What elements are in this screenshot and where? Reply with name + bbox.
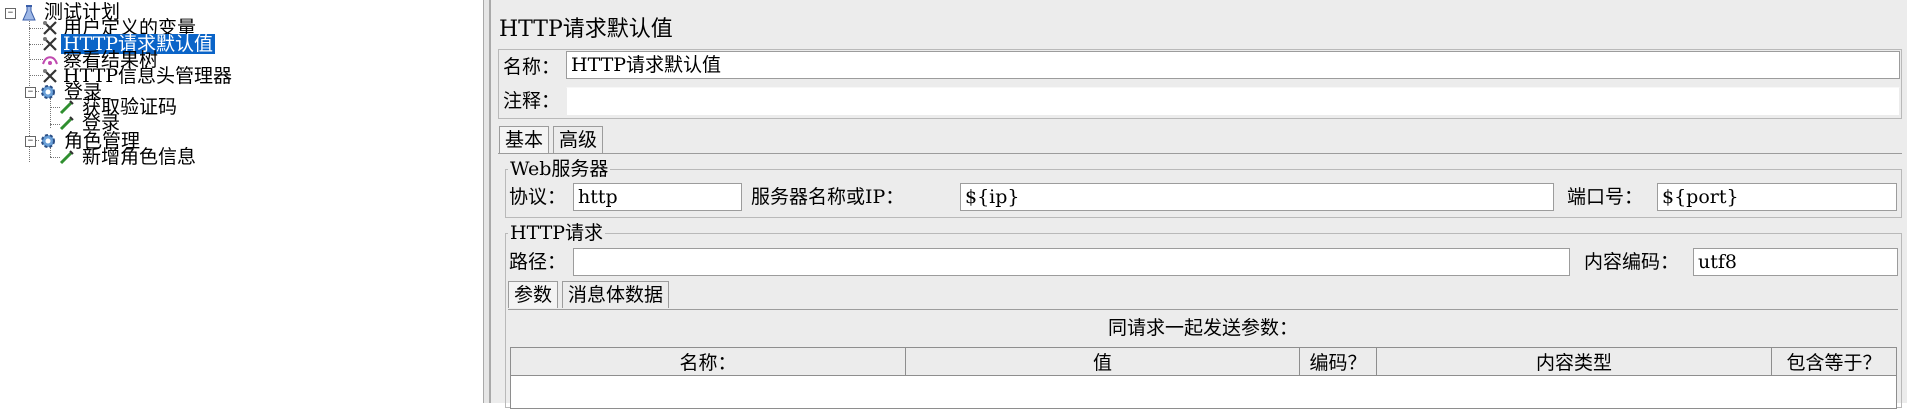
web-server-group-title: Web服务器	[508, 158, 611, 180]
name-field[interactable]: HTTP请求默认值	[566, 51, 1900, 79]
tab-parameters[interactable]: 参数	[508, 281, 559, 308]
comment-field[interactable]	[566, 87, 1900, 116]
http-request-group-title: HTTP请求	[508, 222, 606, 244]
column-header-include-equals[interactable]: 包含等于？	[1771, 347, 1897, 376]
test-plan-tree[interactable]: − 测试计划 用户定义的变量 HTTP请求默认值 察看结果树 HTTP信息头管理…	[0, 0, 483, 403]
tab-basic[interactable]: 基本	[499, 126, 550, 153]
gear-icon	[41, 85, 55, 99]
table-body-empty[interactable]	[510, 375, 1897, 409]
server-name-field[interactable]: ${ip}	[960, 183, 1554, 211]
tab-body-data[interactable]: 消息体数据	[562, 281, 670, 308]
test-plan-icon	[22, 5, 36, 21]
tab-advanced[interactable]: 高级	[553, 126, 604, 153]
protocol-label: 协议：	[509, 186, 567, 208]
parameters-table[interactable]: 名称： 值 编码？ 内容类型 包含等于？	[510, 347, 1897, 409]
gear-icon	[41, 134, 55, 148]
column-header-encode[interactable]: 编码？	[1299, 347, 1377, 376]
column-header-content-type[interactable]: 内容类型	[1376, 347, 1772, 376]
server-name-label: 服务器名称或IP：	[751, 186, 905, 208]
params-caption: 同请求一起发送参数：	[1107, 317, 1298, 339]
port-field[interactable]: ${port}	[1657, 183, 1897, 211]
http-defaults-panel: HTTP请求默认值 名称： HTTP请求默认值 注释： 基本 高级 Web服务器…	[490, 0, 1907, 409]
name-label: 名称：	[503, 56, 561, 78]
collapse-toggle-icon[interactable]: −	[5, 8, 16, 19]
path-field[interactable]	[573, 248, 1570, 276]
collapse-toggle-icon[interactable]: −	[25, 87, 36, 98]
content-encoding-label: 内容编码：	[1584, 251, 1680, 273]
port-label: 端口号：	[1567, 186, 1644, 208]
comment-label: 注释：	[503, 90, 561, 112]
column-header-value[interactable]: 值	[905, 347, 1300, 376]
protocol-field[interactable]: http	[573, 183, 742, 211]
path-label: 路径：	[509, 251, 567, 273]
content-encoding-field[interactable]: utf8	[1693, 248, 1898, 276]
pane-splitter[interactable]	[483, 0, 490, 403]
page-title: HTTP请求默认值	[499, 17, 673, 42]
pipette-icon	[59, 150, 74, 165]
column-header-name[interactable]: 名称：	[510, 347, 906, 376]
collapse-toggle-icon[interactable]: −	[25, 136, 36, 147]
tree-item-add-role[interactable]: 新增角色信息	[82, 147, 196, 167]
